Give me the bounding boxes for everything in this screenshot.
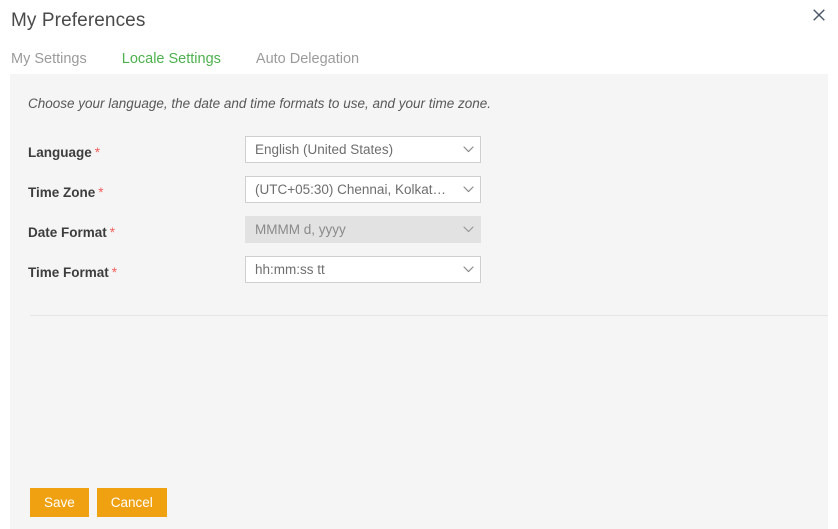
- cancel-button[interactable]: Cancel: [97, 488, 167, 517]
- label-language-text: Language: [28, 145, 92, 160]
- time-format-select[interactable]: hh:mm:ss tt: [245, 256, 481, 283]
- chevron-down-icon: [456, 186, 480, 193]
- chevron-down-icon: [456, 226, 480, 233]
- required-asterisk: *: [110, 225, 115, 240]
- panel-description: Choose your language, the date and time …: [28, 96, 491, 111]
- dialog-header: My Preferences My Settings Locale Settin…: [0, 0, 838, 74]
- label-date-format: Date Format*: [28, 225, 115, 240]
- label-time-format: Time Format*: [28, 265, 117, 280]
- form-row-language: Language* English (United States): [10, 136, 828, 176]
- form-row-time-zone: Time Zone* (UTC+05:30) Chennai, Kolkata,…: [10, 176, 828, 216]
- close-button[interactable]: [806, 2, 832, 28]
- language-select[interactable]: English (United States): [245, 136, 481, 163]
- date-format-select-value: MMMM d, yyyy: [246, 222, 456, 237]
- language-select-value: English (United States): [246, 142, 456, 157]
- tab-auto-delegation[interactable]: Auto Delegation: [256, 52, 359, 67]
- time-format-select-value: hh:mm:ss tt: [246, 262, 456, 277]
- page-title: My Preferences: [11, 10, 145, 32]
- required-asterisk: *: [112, 265, 117, 280]
- label-time-format-text: Time Format: [28, 265, 109, 280]
- label-time-zone: Time Zone*: [28, 185, 104, 200]
- locale-settings-panel: Choose your language, the date and time …: [10, 74, 828, 529]
- chevron-down-icon: [456, 146, 480, 153]
- label-date-format-text: Date Format: [28, 225, 107, 240]
- date-format-select: MMMM d, yyyy: [245, 216, 481, 243]
- locale-settings-form: Language* English (United States) Time Z…: [10, 136, 828, 296]
- label-language: Language*: [28, 145, 100, 160]
- tab-locale-settings[interactable]: Locale Settings: [122, 52, 221, 67]
- tab-bar: My Settings Locale Settings Auto Delegat…: [0, 45, 359, 73]
- required-asterisk: *: [95, 145, 100, 160]
- form-row-date-format: Date Format* MMMM d, yyyy: [10, 216, 828, 256]
- time-zone-select[interactable]: (UTC+05:30) Chennai, Kolkata, Mu...: [245, 176, 481, 203]
- form-row-time-format: Time Format* hh:mm:ss tt: [10, 256, 828, 296]
- save-button[interactable]: Save: [30, 488, 89, 517]
- chevron-down-icon: [456, 266, 480, 273]
- tab-my-settings[interactable]: My Settings: [0, 52, 87, 67]
- required-asterisk: *: [98, 185, 103, 200]
- section-divider: [30, 315, 828, 316]
- close-icon: [811, 7, 827, 23]
- footer-actions: Save Cancel: [30, 488, 167, 517]
- label-time-zone-text: Time Zone: [28, 185, 95, 200]
- time-zone-select-value: (UTC+05:30) Chennai, Kolkata, Mu...: [246, 182, 456, 197]
